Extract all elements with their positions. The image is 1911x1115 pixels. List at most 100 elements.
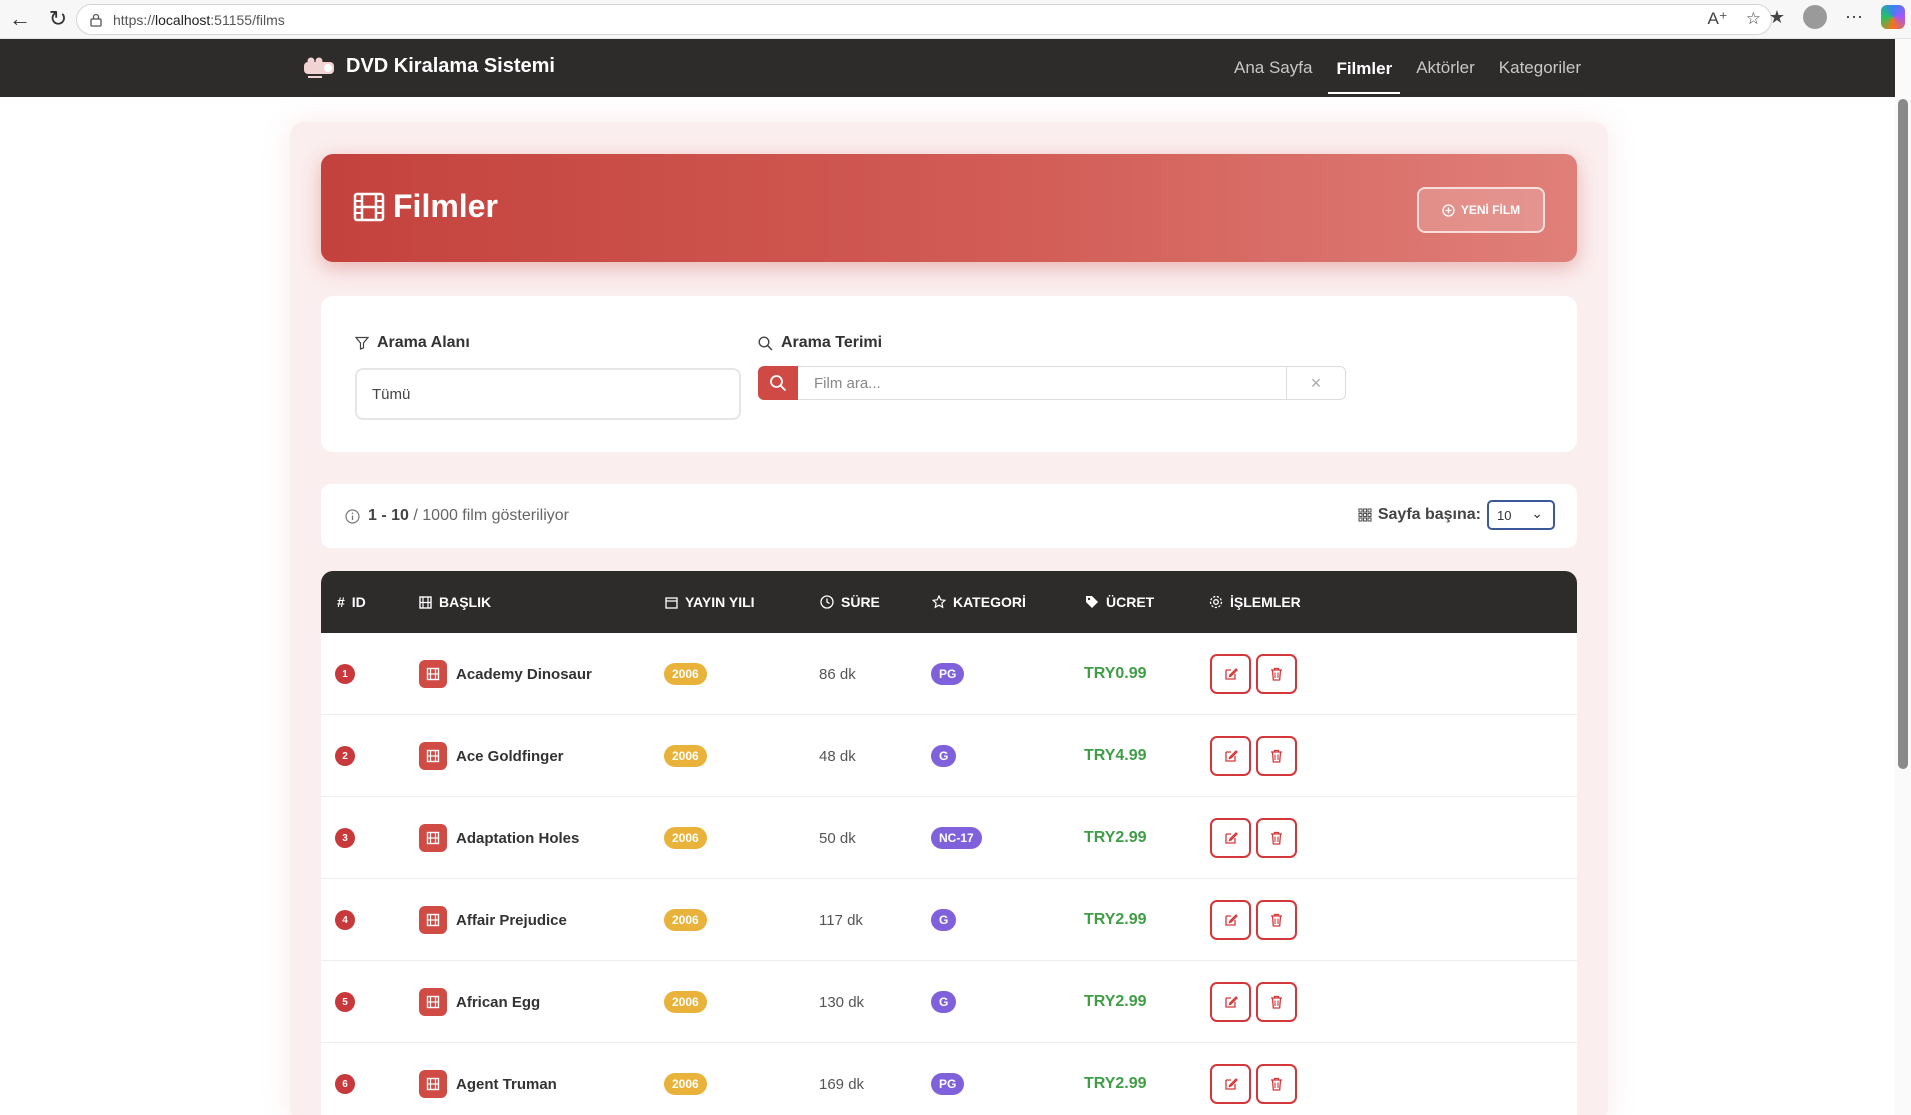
- edit-icon: [1224, 832, 1238, 844]
- film-title[interactable]: Ace Goldfinger: [456, 748, 564, 765]
- film-icon: [419, 906, 447, 934]
- browser-toolbar: ← ↻ https://localhost:51155/films A⁺ ☆ ★…: [0, 0, 1911, 39]
- rating-badge: PG: [931, 663, 965, 685]
- edit-button[interactable]: [1210, 818, 1251, 858]
- delete-button[interactable]: [1256, 900, 1297, 940]
- table-row: 6 Agent Truman 2006 169 dk PG TRY2.99: [321, 1043, 1577, 1115]
- price-text: TRY2.99: [1084, 993, 1147, 1010]
- back-icon[interactable]: ←: [2, 3, 38, 35]
- col-year[interactable]: YAYIN YILI: [665, 594, 755, 610]
- per-page-select[interactable]: 10 ⌄: [1487, 500, 1555, 530]
- nav-home[interactable]: Ana Sayfa: [1226, 42, 1320, 94]
- delete-button[interactable]: [1256, 1064, 1297, 1104]
- top-navbar: DVD Kiralama Sistemi Ana Sayfa Filmler A…: [0, 39, 1895, 97]
- year-badge: 2006: [664, 909, 707, 931]
- brand-name: DVD Kiralama Sistemi: [346, 55, 555, 77]
- dvd-player-icon: [304, 57, 334, 78]
- brand[interactable]: DVD Kiralama Sistemi: [302, 55, 555, 78]
- edit-button[interactable]: [1210, 654, 1251, 694]
- calendar-icon: [665, 596, 678, 609]
- url-text: https://localhost:51155/films: [113, 11, 285, 28]
- col-category[interactable]: KATEGORİ: [932, 594, 1026, 610]
- rating-badge: G: [931, 745, 957, 767]
- lock-icon: [90, 13, 102, 27]
- table-row: 2 Ace Goldfinger 2006 48 dk G TRY4.99: [321, 715, 1577, 797]
- search-button[interactable]: [758, 366, 798, 400]
- address-bar[interactable]: https://localhost:51155/films A⁺ ☆: [76, 4, 1772, 35]
- nav-actors[interactable]: Aktörler: [1408, 42, 1483, 94]
- scrollbar-thumb[interactable]: [1898, 99, 1908, 769]
- filter-icon: [355, 336, 369, 350]
- gear-icon: [1209, 595, 1223, 609]
- title-cell: Adaptation Holes: [419, 797, 579, 879]
- favorite-star-icon[interactable]: ☆: [1746, 9, 1761, 29]
- copilot-icon[interactable]: [1881, 5, 1905, 29]
- duration-text: 86 dk: [819, 665, 856, 683]
- table-header: # ID BAŞLIK YAYIN YILI SÜRE KATEGORİ ÜCRE…: [321, 571, 1577, 633]
- search-icon: [770, 375, 787, 392]
- search-icon: [758, 335, 773, 351]
- edit-icon: [1224, 668, 1238, 680]
- new-film-button[interactable]: YENİ FİLM: [1417, 187, 1545, 233]
- film-title[interactable]: African Egg: [456, 994, 540, 1011]
- title-cell: Agent Truman: [419, 1043, 557, 1115]
- main-container: Filmler YENİ FİLM Arama Alanı Tümü Arama…: [290, 122, 1608, 1115]
- film-title[interactable]: Agent Truman: [456, 1076, 557, 1093]
- price-text: TRY4.99: [1084, 747, 1147, 764]
- id-badge: 6: [335, 1074, 355, 1094]
- nav-categories[interactable]: Kategoriler: [1491, 42, 1589, 94]
- page-scrollbar[interactable]: [1895, 39, 1911, 1115]
- edit-button[interactable]: [1210, 900, 1251, 940]
- favorites-icon[interactable]: ★: [1769, 7, 1785, 28]
- edit-icon: [1224, 914, 1238, 926]
- table-row: 5 African Egg 2006 130 dk G TRY2.99: [321, 961, 1577, 1043]
- delete-button[interactable]: [1256, 982, 1297, 1022]
- id-badge: 5: [335, 992, 355, 1012]
- film-icon: [419, 595, 432, 609]
- clock-icon: [820, 595, 834, 609]
- table-row: 1 Academy Dinosaur 2006 86 dk PG TRY0.99: [321, 633, 1577, 715]
- col-duration[interactable]: SÜRE: [820, 594, 880, 610]
- search-field-select[interactable]: Tümü: [355, 368, 741, 420]
- year-badge: 2006: [664, 991, 707, 1013]
- results-info-bar: 1 - 10 / 1000 film gösteriliyor Sayfa ba…: [321, 484, 1577, 548]
- grid-icon: [1358, 508, 1372, 522]
- film-icon: [419, 824, 447, 852]
- page-header: Filmler YENİ FİLM: [321, 154, 1577, 262]
- edit-button[interactable]: [1210, 736, 1251, 776]
- edit-button[interactable]: [1210, 1064, 1251, 1104]
- search-input[interactable]: Film ara...: [798, 366, 1286, 400]
- col-id[interactable]: # ID: [337, 594, 366, 610]
- clear-search-button[interactable]: ×: [1286, 366, 1346, 400]
- reload-icon[interactable]: ↻: [40, 3, 76, 35]
- col-actions[interactable]: İŞLEMLER: [1209, 594, 1301, 610]
- film-title[interactable]: Adaptation Holes: [456, 830, 579, 847]
- year-badge: 2006: [664, 663, 707, 685]
- edit-icon: [1224, 750, 1238, 762]
- star-icon: [932, 595, 946, 609]
- film-title[interactable]: Affair Prejudice: [456, 912, 567, 929]
- year-badge: 2006: [664, 1073, 707, 1095]
- delete-button[interactable]: [1256, 654, 1297, 694]
- read-aloud-icon[interactable]: A⁺: [1707, 9, 1727, 29]
- nav-films[interactable]: Filmler: [1328, 43, 1401, 94]
- trash-icon: [1271, 831, 1282, 845]
- film-title[interactable]: Academy Dinosaur: [456, 666, 592, 683]
- delete-button[interactable]: [1256, 736, 1297, 776]
- profile-avatar[interactable]: [1803, 5, 1827, 29]
- trash-icon: [1271, 995, 1282, 1009]
- film-icon: [419, 988, 447, 1016]
- film-icon: [353, 192, 385, 221]
- year-badge: 2006: [664, 827, 707, 849]
- delete-button[interactable]: [1256, 818, 1297, 858]
- film-icon: [419, 660, 447, 688]
- film-icon: [419, 1070, 447, 1098]
- col-title[interactable]: BAŞLIK: [419, 594, 491, 610]
- edit-button[interactable]: [1210, 982, 1251, 1022]
- more-icon[interactable]: ⋯: [1845, 7, 1863, 28]
- price-text: TRY2.99: [1084, 911, 1147, 928]
- rating-badge: NC-17: [931, 827, 982, 849]
- duration-text: 48 dk: [819, 747, 856, 765]
- table-body: 1 Academy Dinosaur 2006 86 dk PG TRY0.99…: [321, 633, 1577, 1115]
- col-price[interactable]: ÜCRET: [1085, 594, 1154, 610]
